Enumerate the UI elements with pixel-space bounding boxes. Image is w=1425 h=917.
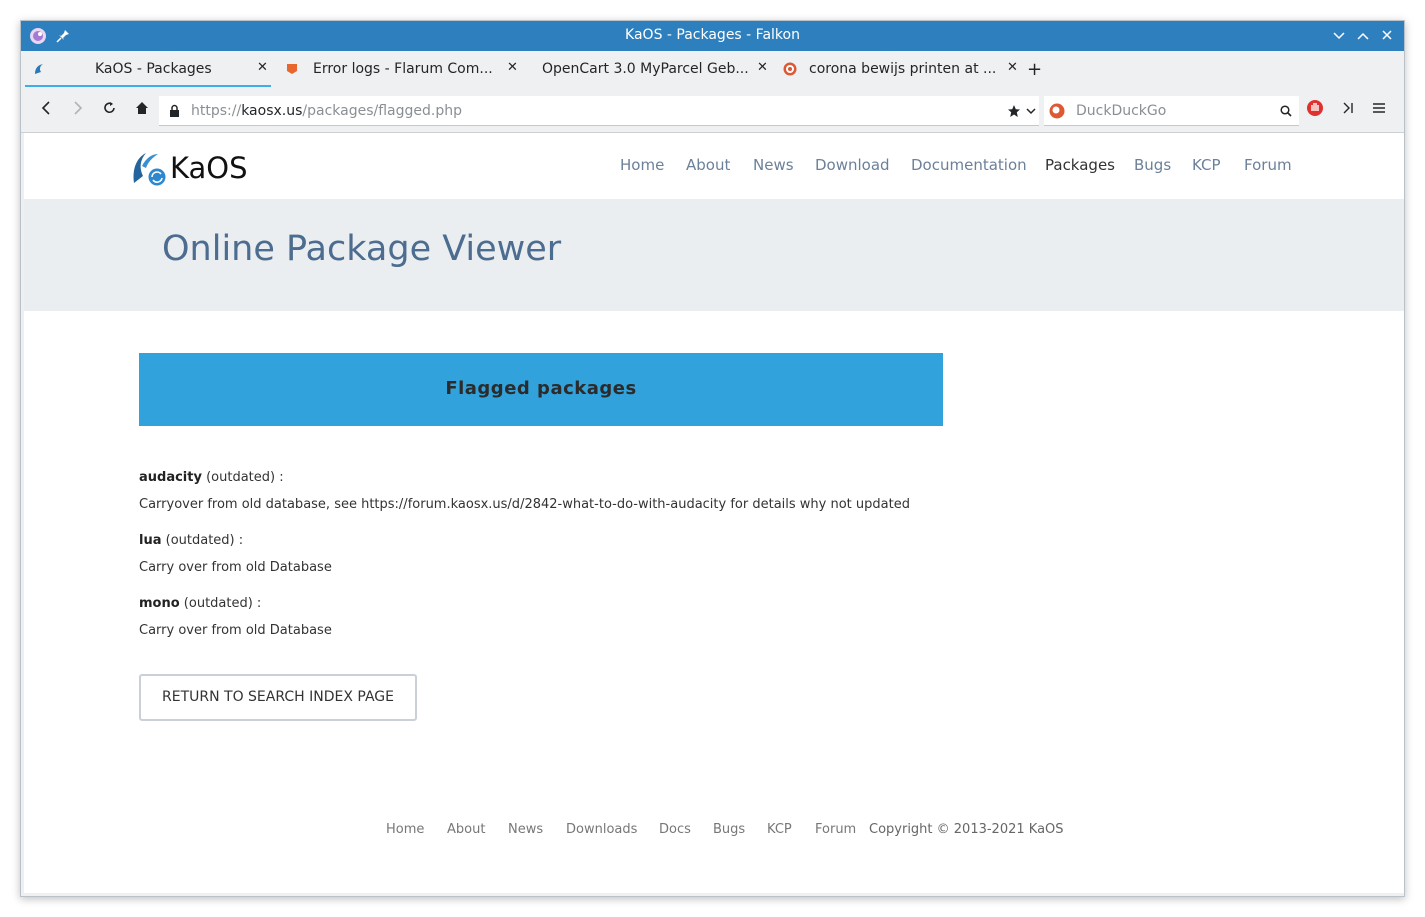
active-tab-indicator: [25, 85, 271, 87]
nav-documentation[interactable]: Documentation: [911, 156, 1027, 174]
nav-download[interactable]: Download: [815, 156, 890, 174]
navigation-toolbar: https://kaosx.us/packages/flagged.php Du…: [21, 89, 1404, 133]
package-description: Carry over from old Database: [139, 623, 332, 638]
package-entry: mono (outdated) : Carry over from old Da…: [139, 596, 332, 638]
flagged-title: Flagged packages: [445, 378, 637, 399]
package-name[interactable]: audacity: [139, 470, 202, 485]
copyright: Copyright © 2013-2021 KaOS: [869, 822, 1064, 837]
package-status: (outdated) :: [179, 596, 262, 611]
package-description: Carryover from old database, see https:/…: [139, 497, 910, 512]
tab-close-icon[interactable]: ✕: [257, 60, 268, 75]
nav-bugs[interactable]: Bugs: [1134, 156, 1171, 174]
nav-packages[interactable]: Packages: [1045, 156, 1115, 174]
tab-corona[interactable]: corona bewijs printen at ... ✕: [779, 51, 1024, 89]
reload-icon[interactable]: [97, 97, 123, 123]
adblock-icon[interactable]: [1306, 99, 1324, 117]
return-to-search-button[interactable]: RETURN TO SEARCH INDEX PAGE: [139, 674, 417, 721]
flarum-icon: [287, 64, 297, 74]
tab-close-icon[interactable]: ✕: [507, 60, 518, 75]
back-icon[interactable]: [33, 97, 59, 123]
footer-home[interactable]: Home: [386, 822, 424, 837]
duckduckgo-icon: [783, 62, 797, 76]
forward-icon[interactable]: [65, 97, 91, 123]
tab-close-icon[interactable]: ✕: [1007, 60, 1018, 75]
footer-downloads[interactable]: Downloads: [566, 822, 637, 837]
footer-forum[interactable]: Forum: [815, 822, 856, 837]
site-header: KaOS Home About News Download Documentat…: [24, 133, 1404, 199]
window-title: KaOS - Packages - Falkon: [625, 27, 800, 43]
footer-bugs[interactable]: Bugs: [713, 822, 745, 837]
nav-home[interactable]: Home: [620, 156, 664, 174]
package-name[interactable]: lua: [139, 533, 161, 548]
site-logo[interactable]: KaOS: [170, 151, 248, 185]
flagged-header: Flagged packages: [139, 353, 943, 426]
search-icon[interactable]: [1280, 105, 1292, 117]
sidebar-toggle-icon[interactable]: [1341, 101, 1355, 115]
nav-about[interactable]: About: [686, 156, 730, 174]
titlebar[interactable]: KaOS - Packages - Falkon: [21, 21, 1404, 51]
tab-opencart[interactable]: OpenCart 3.0 MyParcel Geb... ✕: [521, 51, 771, 89]
package-description: Carry over from old Database: [139, 560, 332, 575]
tab-flarum[interactable]: Error logs - Flarum Com... ✕: [281, 51, 521, 89]
package-name[interactable]: mono: [139, 596, 180, 611]
new-tab-icon[interactable]: +: [1027, 59, 1042, 80]
home-icon[interactable]: [129, 97, 155, 123]
web-content: KaOS Home About News Download Documentat…: [24, 133, 1404, 893]
menu-icon[interactable]: [1372, 101, 1386, 115]
package-status: (outdated) :: [161, 533, 244, 548]
nav-news[interactable]: News: [753, 156, 794, 174]
tab-bar: KaOS - Packages ✕ Error logs - Flarum Co…: [21, 51, 1404, 89]
search-input: DuckDuckGo: [1076, 103, 1167, 119]
tab-label: OpenCart 3.0 MyParcel Geb...: [542, 61, 749, 77]
footer-about[interactable]: About: [447, 822, 485, 837]
hero-banner: Online Package Viewer: [24, 199, 1404, 311]
page-title: Online Package Viewer: [162, 229, 562, 269]
package-entry: lua (outdated) : Carry over from old Dat…: [139, 533, 332, 575]
kaos-logo-icon[interactable]: [130, 150, 168, 186]
bookmark-star-icon[interactable]: [1007, 104, 1021, 118]
close-icon[interactable]: [1377, 26, 1397, 46]
tab-kaos-packages[interactable]: KaOS - Packages ✕: [25, 51, 271, 89]
tab-label: KaOS - Packages: [95, 61, 212, 77]
lock-icon: [170, 104, 179, 117]
minimize-icon[interactable]: [1329, 26, 1349, 46]
tab-close-icon[interactable]: ✕: [757, 60, 768, 75]
footer-docs[interactable]: Docs: [659, 822, 691, 837]
url-bar[interactable]: https://kaosx.us/packages/flagged.php: [159, 96, 1039, 126]
package-status: (outdated) :: [201, 470, 284, 485]
kaos-icon: [35, 64, 43, 74]
nav-forum[interactable]: Forum: [1244, 156, 1292, 174]
package-entry: audacity (outdated) : Carryover from old…: [139, 470, 910, 512]
url-text: https://kaosx.us/packages/flagged.php: [191, 103, 462, 119]
footer-kcp[interactable]: KCP: [767, 822, 792, 837]
search-bar[interactable]: DuckDuckGo: [1044, 96, 1299, 126]
tab-label: Error logs - Flarum Com...: [313, 61, 493, 77]
footer-news[interactable]: News: [508, 822, 543, 837]
tab-label: corona bewijs printen at ...: [809, 61, 997, 77]
maximize-icon[interactable]: [1353, 26, 1373, 46]
nav-kcp[interactable]: KCP: [1192, 156, 1221, 174]
chevron-down-icon[interactable]: [1026, 107, 1036, 115]
duckduckgo-icon: [1049, 103, 1065, 119]
browser-window: KaOS - Packages - Falkon KaOS - Packages…: [20, 20, 1405, 897]
